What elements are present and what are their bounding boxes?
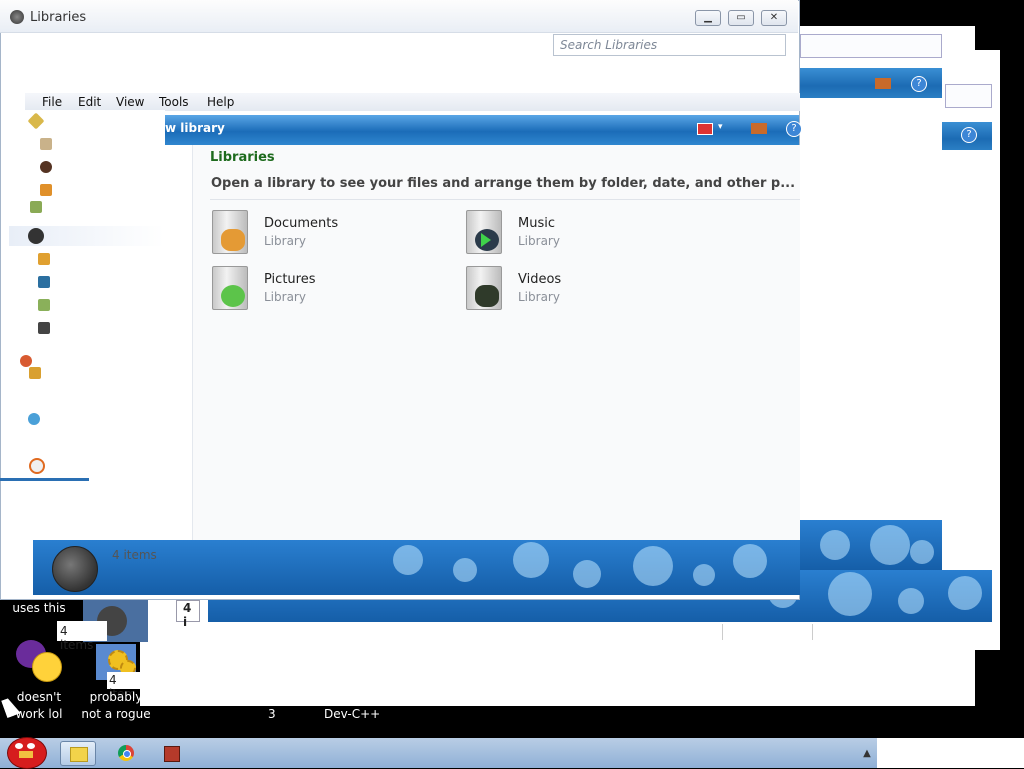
- library-item-videos[interactable]: Videos Library: [464, 264, 704, 314]
- minimize-button[interactable]: ▁: [695, 10, 721, 26]
- menu-file[interactable]: File: [42, 95, 62, 109]
- new-library-button[interactable]: w library: [165, 121, 225, 135]
- help-icon: ?: [911, 76, 927, 92]
- homegroup-icon[interactable]: [20, 355, 32, 367]
- libraries-orb-icon[interactable]: [28, 228, 44, 244]
- window-icon: [10, 10, 24, 24]
- angry-bird-icon[interactable]: [3, 733, 49, 769]
- pictures-library-icon: [212, 266, 248, 310]
- page-title: Libraries: [210, 150, 275, 165]
- yahoo-messenger-icon[interactable]: [16, 640, 62, 682]
- library-subtitle: Library: [264, 290, 306, 304]
- divider: [812, 624, 813, 640]
- control-panel-icon[interactable]: [29, 458, 45, 474]
- view-options-icon[interactable]: [697, 123, 713, 135]
- desktop-label: uses this: [12, 601, 66, 615]
- library-name: Documents: [264, 216, 339, 231]
- ghost-status-count: 4 i: [176, 600, 200, 629]
- videos-nav-icon[interactable]: [38, 322, 50, 334]
- music-library-icon: [466, 210, 502, 254]
- network-icon[interactable]: [28, 413, 40, 425]
- divider: [722, 624, 723, 640]
- menu-help[interactable]: Help: [207, 95, 234, 109]
- menu-view[interactable]: View: [116, 95, 144, 109]
- help-icon[interactable]: ?: [786, 121, 802, 137]
- computer-icon[interactable]: [29, 367, 41, 379]
- music-nav-icon[interactable]: [38, 276, 50, 288]
- library-name: Videos: [518, 272, 562, 287]
- ghost-items-label: 4 items: [57, 621, 107, 652]
- app-taskbar-button[interactable]: [152, 741, 188, 766]
- help-icon: ?: [961, 127, 977, 143]
- documents-nav-icon[interactable]: [38, 253, 50, 265]
- libraries-nav-icon[interactable]: [30, 201, 42, 213]
- library-subtitle: Library: [518, 234, 560, 248]
- videos-library-icon: [466, 266, 502, 310]
- library-item-pictures[interactable]: Pictures Library: [210, 264, 450, 314]
- window-title: Libraries: [30, 10, 87, 25]
- chevron-down-icon[interactable]: ▾: [718, 122, 723, 132]
- recent-places-icon[interactable]: [40, 184, 52, 196]
- desktop-label: probably not a rogue: [81, 690, 151, 721]
- library-name: Pictures: [264, 272, 316, 287]
- menu-tools[interactable]: Tools: [159, 95, 189, 109]
- status-item-count: 4 items: [112, 548, 157, 562]
- page-description: Open a library to see your files and arr…: [211, 176, 796, 191]
- content-pane: [192, 145, 800, 540]
- pictures-nav-icon[interactable]: [38, 299, 50, 311]
- ghost-search-box-2: [945, 84, 992, 108]
- preview-pane-icon[interactable]: [751, 123, 767, 134]
- desktop-icon[interactable]: [40, 138, 52, 150]
- close-button[interactable]: ✕: [761, 10, 787, 26]
- chrome-taskbar-button[interactable]: [108, 741, 144, 766]
- ghost-toolbar-icon: [875, 78, 891, 89]
- ghost-search-box: [800, 34, 942, 58]
- ghost-status-bar: [800, 520, 942, 570]
- ghost-items-label: 4 item: [107, 672, 147, 701]
- downloads-icon[interactable]: [40, 161, 52, 173]
- explorer-taskbar-button[interactable]: [60, 741, 96, 766]
- library-subtitle: Library: [518, 290, 560, 304]
- maximize-button[interactable]: ▭: [728, 10, 754, 26]
- title-bar[interactable]: [0, 0, 798, 33]
- library-item-documents[interactable]: Documents Library: [210, 208, 450, 258]
- library-name: Music: [518, 216, 555, 231]
- nav-divider: [0, 478, 89, 481]
- menu-edit[interactable]: Edit: [78, 95, 101, 109]
- library-item-music[interactable]: Music Library: [464, 208, 704, 258]
- footer-app-label: Dev-C++: [324, 707, 381, 721]
- library-orb-icon: [52, 546, 98, 592]
- documents-library-icon: [212, 210, 248, 254]
- show-hidden-icons-button[interactable]: ▲: [857, 741, 877, 766]
- footer-number: 3: [268, 707, 276, 721]
- header-divider: [210, 199, 800, 200]
- search-input[interactable]: Search Libraries: [553, 34, 786, 56]
- taskbar-clock-area: [877, 738, 1024, 768]
- library-subtitle: Library: [264, 234, 306, 248]
